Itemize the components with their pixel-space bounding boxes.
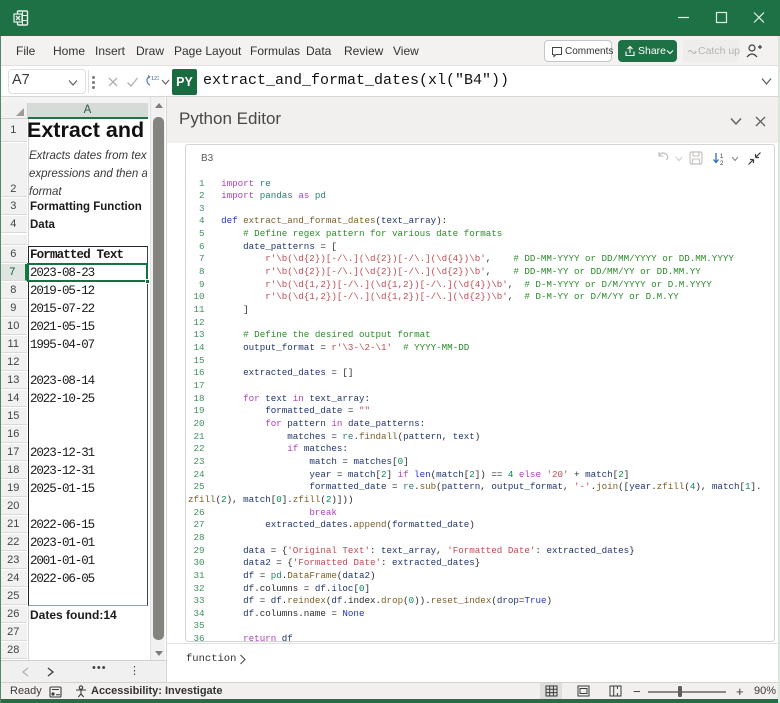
svg-text:1: 1	[720, 154, 724, 160]
svg-text:123: 123	[151, 76, 159, 82]
svg-text:2: 2	[720, 161, 724, 166]
